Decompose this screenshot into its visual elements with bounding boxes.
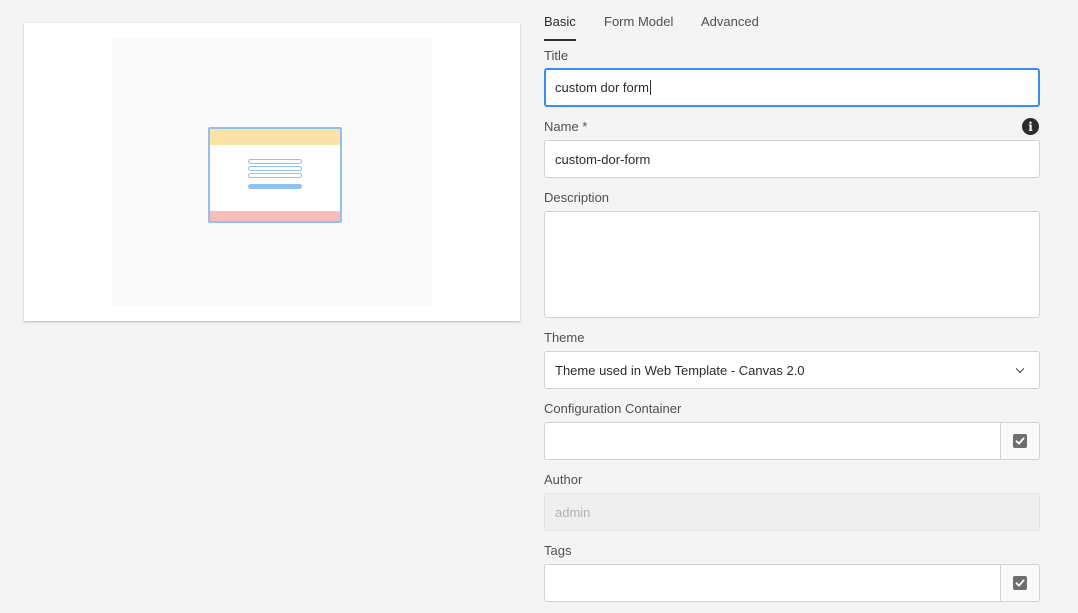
tags-picker bbox=[544, 564, 1040, 602]
thumbnail-field-line bbox=[248, 166, 302, 171]
name-label: Name * bbox=[544, 119, 588, 134]
theme-select[interactable]: Theme used in Web Template - Canvas 2.0 bbox=[544, 351, 1040, 389]
description-label: Description bbox=[544, 190, 610, 205]
name-input-value: custom-dor-form bbox=[555, 151, 651, 167]
title-label: Title bbox=[544, 48, 569, 63]
configuration-container-label: Configuration Container bbox=[544, 401, 682, 416]
configuration-container-picker bbox=[544, 422, 1040, 460]
tags-label: Tags bbox=[544, 543, 572, 558]
thumbnail-footer bbox=[210, 211, 340, 221]
form-preview-card bbox=[24, 23, 520, 321]
description-textarea[interactable] bbox=[544, 211, 1040, 318]
form-template-thumbnail bbox=[208, 127, 342, 223]
author-value: admin bbox=[555, 504, 591, 520]
info-icon[interactable]: i bbox=[1022, 118, 1039, 135]
author-input: admin bbox=[544, 493, 1040, 531]
tags-browse-button[interactable] bbox=[1000, 564, 1040, 602]
tab-advanced[interactable]: Advanced bbox=[701, 14, 759, 39]
preview-canvas bbox=[112, 39, 432, 305]
checkmark-icon bbox=[1013, 576, 1027, 590]
configuration-container-browse-button[interactable] bbox=[1000, 422, 1040, 460]
title-input[interactable]: custom dor form bbox=[544, 68, 1040, 107]
chevron-down-icon bbox=[1015, 364, 1025, 374]
thumbnail-field-line bbox=[248, 173, 302, 178]
tags-input[interactable] bbox=[544, 564, 1001, 602]
thumbnail-button-bar bbox=[248, 184, 302, 189]
title-input-value: custom dor form bbox=[555, 80, 649, 95]
thumbnail-header bbox=[210, 129, 340, 145]
text-cursor bbox=[649, 80, 651, 95]
tab-form-model[interactable]: Form Model bbox=[604, 14, 673, 39]
configuration-container-input[interactable] bbox=[544, 422, 1001, 460]
thumbnail-field-line bbox=[248, 159, 302, 164]
checkmark-icon bbox=[1013, 434, 1027, 448]
theme-selected-value: Theme used in Web Template - Canvas 2.0 bbox=[555, 362, 805, 378]
name-input[interactable]: custom-dor-form bbox=[544, 140, 1040, 178]
tab-basic[interactable]: Basic bbox=[544, 14, 576, 41]
author-label: Author bbox=[544, 472, 583, 487]
theme-label: Theme bbox=[544, 330, 585, 345]
